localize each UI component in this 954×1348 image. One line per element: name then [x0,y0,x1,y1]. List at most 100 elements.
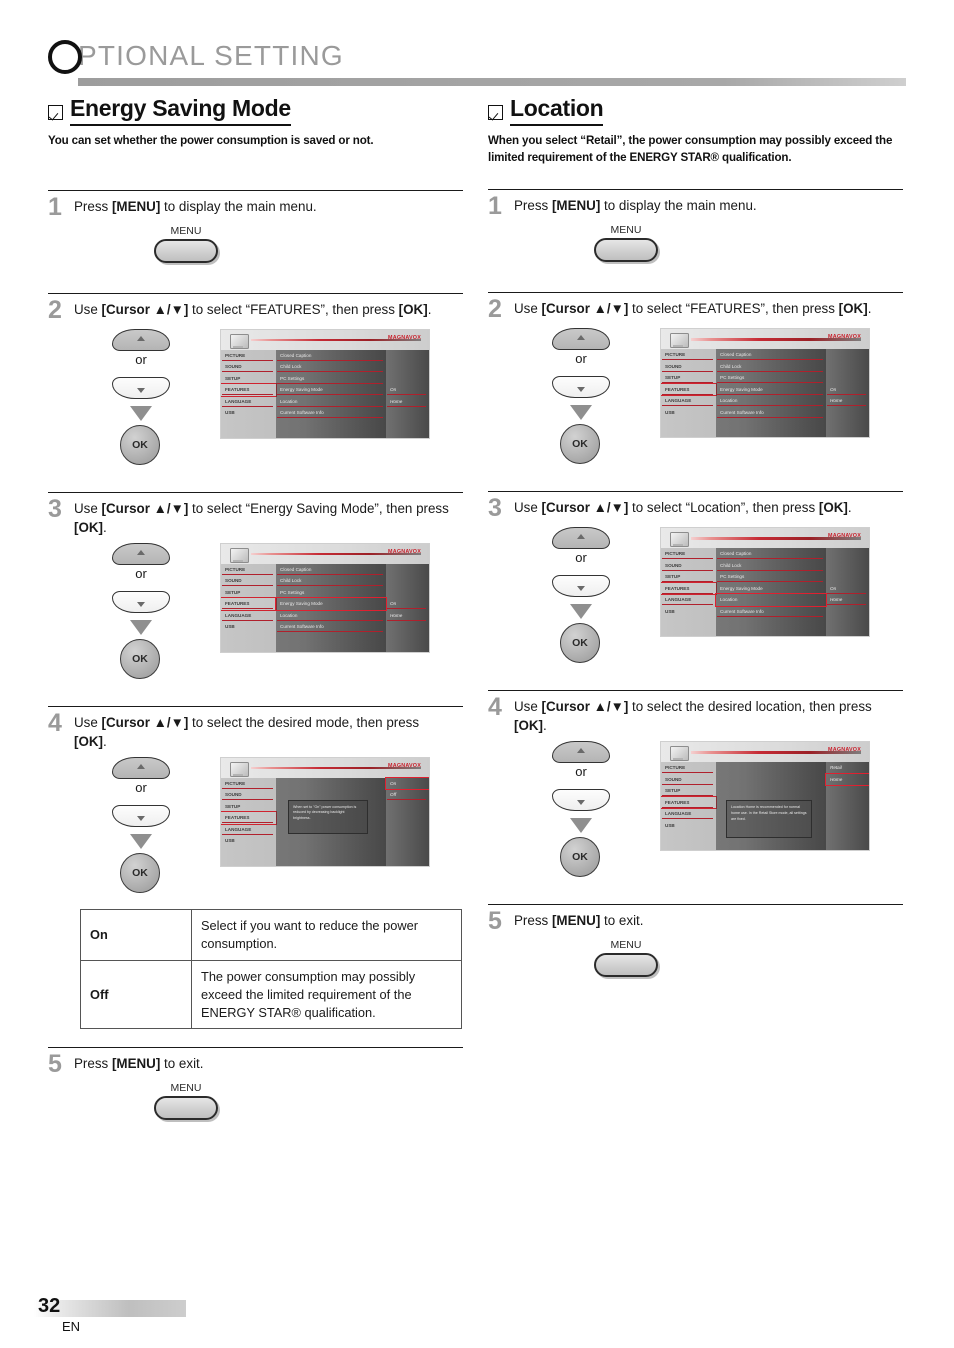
osd-menu-usb[interactable]: USB [221,621,276,633]
cursor-down-button[interactable] [552,789,610,812]
osd-menu-usb[interactable]: USB [661,606,716,618]
osd-menu-language[interactable]: LANGUAGE [221,824,276,836]
osd-menu-sound[interactable]: SOUND [661,560,716,572]
osd-menu-sound[interactable]: SOUND [221,789,276,801]
osd-option-off[interactable]: Off [386,789,429,801]
osd-item-closed-caption[interactable]: Closed Caption [276,350,386,362]
step-instruction: Use [Cursor ▲/▼] to select “Energy Savin… [74,500,449,535]
osd-item-current-software-info[interactable]: Current Software Info [276,407,386,419]
osd-menu-language[interactable]: LANGUAGE [221,610,276,622]
osd-header: MAGNAVOX [221,757,429,778]
osd-screen-location-options: MAGNAVOX PICTURE SOUND SETUP FEATURES LA… [660,741,870,852]
osd-menu-features[interactable]: FEATURES [221,383,277,397]
cursor-up-button[interactable] [552,527,610,550]
menu-button[interactable] [594,953,658,978]
osd-item-pc-settings[interactable]: PC Settings [276,587,386,599]
menu-button[interactable] [154,238,218,263]
magnavox-logo: MAGNAVOX [388,334,421,341]
osd-menu-usb[interactable]: USB [661,407,716,419]
osd-menu-usb[interactable]: USB [221,407,276,419]
osd-left-menu: PICTURE SOUND SETUP FEATURES LANGUAGE US… [661,349,717,437]
cursor-ok-cluster: or OK [540,741,636,878]
osd-left-menu: PICTURE SOUND SETUP FEATURES LANGUAGE US… [661,548,717,636]
osd-item-location[interactable]: Location [276,610,386,622]
osd-item-pc-settings[interactable]: PC Settings [716,571,826,583]
osd-value-energy-saving: On [387,387,426,396]
menu-button[interactable] [594,238,658,263]
osd-menu-setup[interactable]: SETUP [661,372,716,384]
osd-item-location[interactable]: Location [276,396,386,408]
osd-menu-setup[interactable]: SETUP [221,373,276,385]
cursor-down-button[interactable] [552,575,610,598]
osd-item-child-lock[interactable]: Child Lock [716,560,826,572]
osd-menu-sound[interactable]: SOUND [221,361,276,373]
osd-menu-language[interactable]: LANGUAGE [661,395,716,407]
osd-menu-setup[interactable]: SETUP [221,801,276,813]
osd-menu-language[interactable]: LANGUAGE [661,594,716,606]
osd-menu-sound[interactable]: SOUND [661,774,716,786]
cursor-up-button[interactable] [112,328,170,351]
osd-menu-usb[interactable]: USB [221,835,276,847]
cursor-down-button[interactable] [112,590,170,613]
or-label: or [135,565,147,581]
osd-menu-setup[interactable]: SETUP [661,785,716,797]
osd-menu-picture[interactable]: PICTURE [661,762,716,774]
step-number: 1 [488,192,502,221]
ok-button[interactable]: OK [560,424,600,465]
osd-item-energy-saving-mode[interactable]: Energy Saving Mode [716,384,826,396]
cursor-down-button[interactable] [112,804,170,827]
osd-option-retail[interactable]: Retail [826,762,869,774]
menu-button[interactable] [154,1096,218,1121]
osd-item-closed-caption[interactable]: Closed Caption [276,564,386,576]
osd-menu-features[interactable]: FEATURES [221,597,277,611]
osd-menu-picture[interactable]: PICTURE [221,350,276,362]
ok-button[interactable]: OK [120,424,160,465]
osd-item-child-lock[interactable]: Child Lock [276,361,386,373]
osd-menu-usb[interactable]: USB [661,820,716,832]
osd-item-current-software-info[interactable]: Current Software Info [276,621,386,633]
ok-button[interactable]: OK [560,837,600,878]
osd-menu-language[interactable]: LANGUAGE [221,396,276,408]
osd-item-energy-saving-mode[interactable]: Energy Saving Mode [275,597,387,611]
osd-option-on[interactable]: On [385,776,429,791]
cursor-down-button[interactable] [112,376,170,399]
osd-item-closed-caption[interactable]: Closed Caption [716,349,826,361]
osd-item-closed-caption[interactable]: Closed Caption [716,548,826,560]
osd-item-pc-settings[interactable]: PC Settings [716,372,826,384]
osd-menu-picture[interactable]: PICTURE [221,564,276,576]
cursor-up-button[interactable] [112,756,170,779]
osd-item-location[interactable]: Location [715,593,827,607]
osd-menu-setup[interactable]: SETUP [221,587,276,599]
osd-item-location[interactable]: Location [716,395,826,407]
ok-button[interactable]: OK [120,852,160,893]
cursor-up-button[interactable] [552,741,610,764]
osd-item-current-software-info[interactable]: Current Software Info [716,606,826,618]
osd-item-current-software-info[interactable]: Current Software Info [716,407,826,419]
osd-menu-language[interactable]: LANGUAGE [661,808,716,820]
osd-menu-features[interactable]: FEATURES [661,581,717,596]
magnavox-logo: MAGNAVOX [388,548,421,555]
osd-menu-picture[interactable]: PICTURE [221,778,276,790]
osd-item-energy-saving-mode[interactable]: Energy Saving Mode [716,583,826,595]
ok-button[interactable]: OK [560,623,600,664]
cursor-up-button[interactable] [112,542,170,565]
osd-menu-features[interactable]: FEATURES [661,382,717,397]
osd-item-energy-saving-mode[interactable]: Energy Saving Mode [276,384,386,396]
osd-header: MAGNAVOX [661,528,869,549]
osd-menu-sound[interactable]: SOUND [221,575,276,587]
osd-option-home[interactable]: Home [825,772,869,787]
osd-menu-picture[interactable]: PICTURE [661,548,716,560]
osd-item-child-lock[interactable]: Child Lock [716,361,826,373]
osd-menu-features[interactable]: FEATURES [661,795,717,810]
osd-menu-picture[interactable]: PICTURE [661,349,716,361]
osd-value-location: Home [387,612,426,621]
ok-button[interactable]: OK [120,638,160,679]
cursor-up-button[interactable] [552,328,610,351]
osd-item-child-lock[interactable]: Child Lock [276,575,386,587]
osd-menu-features[interactable]: FEATURES [221,811,277,825]
osd-item-pc-settings[interactable]: PC Settings [276,373,386,385]
osd-menu-sound[interactable]: SOUND [661,361,716,373]
osd-menu-setup[interactable]: SETUP [661,571,716,583]
step-number: 4 [488,693,502,722]
cursor-down-button[interactable] [552,376,610,399]
